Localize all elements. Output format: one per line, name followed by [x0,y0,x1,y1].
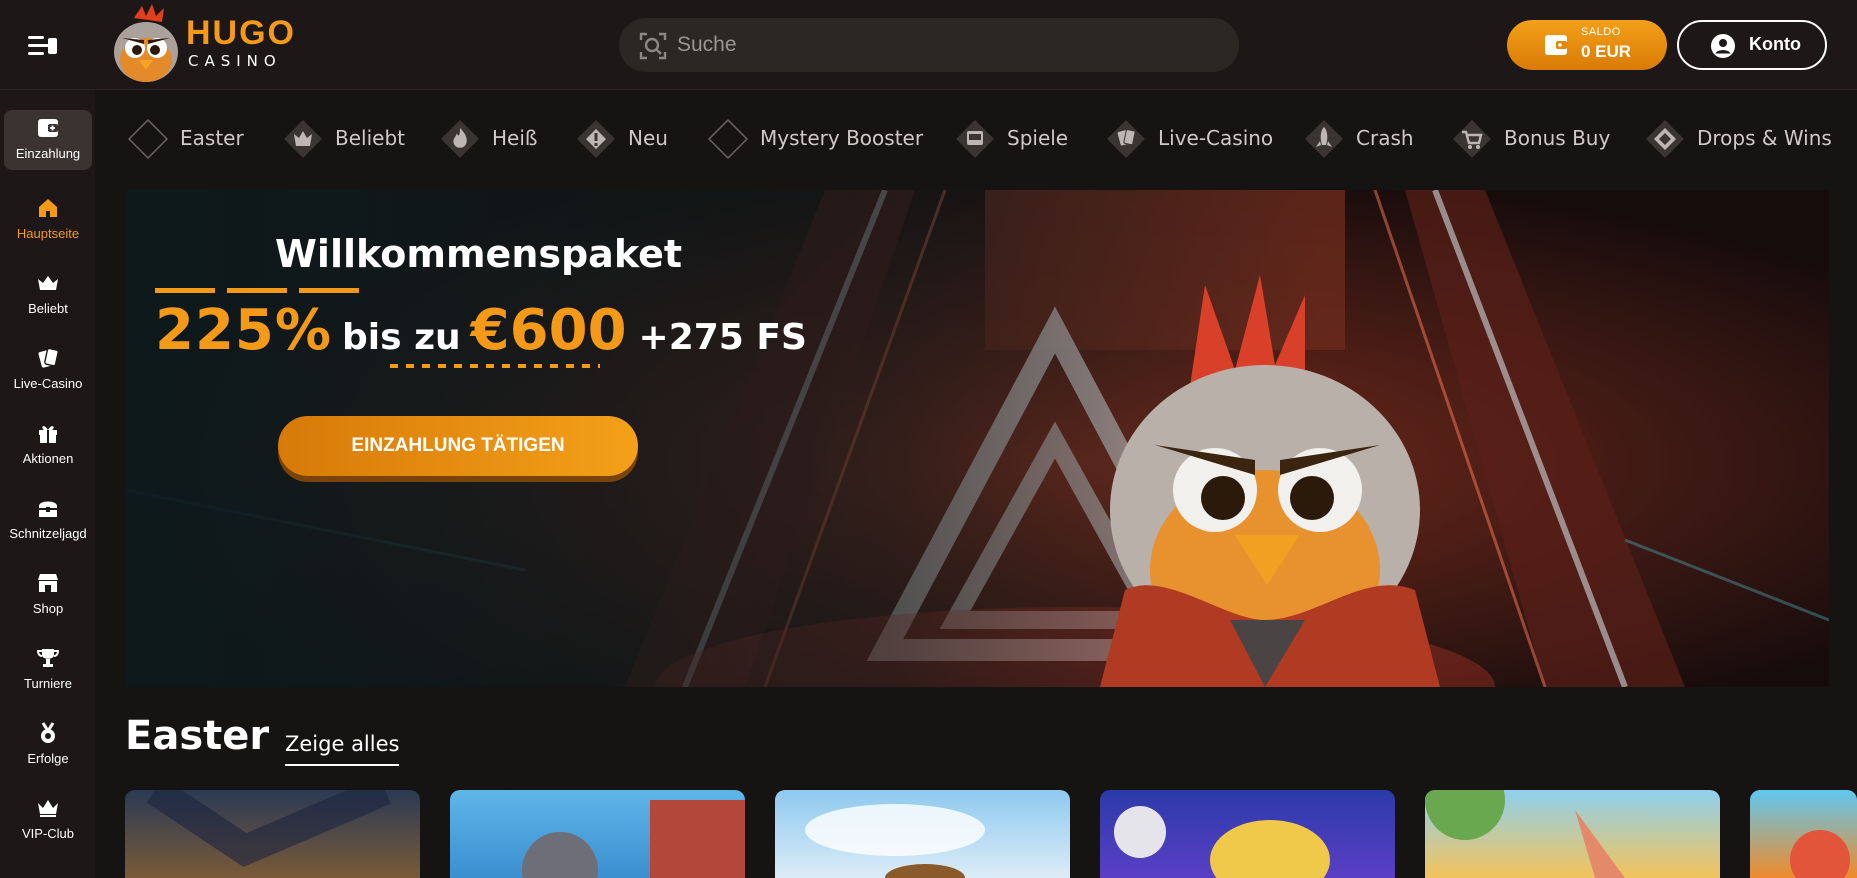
balance-label: SALDO [1581,26,1621,38]
sidebar-item-achievements[interactable]: Erfolge [4,715,92,775]
menu-toggle-icon[interactable] [28,34,62,58]
category-label: Beliebt [335,126,405,150]
logo-text-casino: CASINO [188,52,282,70]
sidebar-item-home[interactable]: Hauptseite [4,190,92,250]
category-label: Live-Casino [1158,126,1274,150]
game-tile-artwork [146,790,391,867]
sidebar-item-label: Turniere [24,676,72,691]
sidebar-item-deposit[interactable]: Einzahlung [4,110,92,170]
search-icon [639,32,667,60]
logo-text-hugo: HUGO [186,14,296,52]
balance-button[interactable]: SALDO 0 EUR [1507,20,1667,70]
sidebar-item-label: Live-Casino [13,376,83,391]
easter-section-title: Easter [125,713,270,759]
shop-icon [38,574,58,592]
balance-value: 0 EUR [1581,42,1632,61]
welcome-banner[interactable]: Willkommenspaket 225% bis zu €600 +275 FS E… [125,190,1829,687]
sidebar: Einzahlung Hauptseite Beliebt Live-Casin… [0,90,95,878]
exclamation-icon [577,120,615,158]
game-tile[interactable] [1750,790,1857,878]
home-icon [39,199,57,217]
cards-icon [1107,120,1145,158]
diamond-icon [708,119,748,159]
account-button[interactable]: Konto [1677,20,1827,70]
offer-middle-text: bis zu [342,317,461,358]
game-tile[interactable] [775,790,1070,878]
slot-machine-icon [956,120,994,158]
offer-free-spins: +275 FS [638,317,807,358]
category-label: Spiele [1007,126,1069,150]
sidebar-item-label: Schnitzeljagd [9,526,87,541]
category-label: Bonus Buy [1504,126,1611,150]
sidebar-item-label: Aktionen [22,451,74,466]
sidebar-item-label: Einzahlung [15,146,81,161]
make-deposit-button[interactable]: EINZAHLUNG TÄTIGEN [278,416,638,476]
deposit-icon [38,119,58,137]
category-label: Mystery Booster [760,126,924,150]
sidebar-item-shop[interactable]: Shop [4,565,92,625]
game-tile-artwork [1425,790,1625,878]
category-label: Crash [1356,126,1414,150]
sidebar-item-treasure-hunt[interactable]: Schnitzeljagd [4,490,92,550]
sidebar-item-label: Shop [32,601,64,616]
see-all-link[interactable]: Zeige alles [285,732,400,766]
sidebar-item-label: Beliebt [28,301,68,316]
offer-percent: 225% [155,298,333,363]
sidebar-item-label: VIP-Club [21,826,75,841]
crown-icon [38,276,58,290]
sidebar-item-vip-club[interactable]: VIP-Club [4,790,92,850]
vip-crown-icon [38,800,58,817]
game-tile[interactable] [1100,790,1395,878]
search-bar[interactable] [619,18,1239,72]
diamond-icon [128,119,168,159]
bird-mascot-logo-icon [114,4,178,82]
make-deposit-label: EINZAHLUNG TÄTIGEN [351,435,565,456]
wallet-icon [1545,35,1567,55]
treasure-chest-icon [39,501,57,517]
sidebar-item-tournaments[interactable]: Turniere [4,640,92,700]
game-tile-artwork [1790,830,1850,878]
hero-decoration-dots [390,364,600,368]
category-label: Neu [628,126,668,150]
sidebar-item-label: Hauptseite [16,226,80,241]
hero-offer: 225% bis zu €600 +275 FS [155,298,807,368]
hero-decoration-dashes [155,288,365,293]
game-tile[interactable] [450,790,745,878]
game-tile-artwork [805,804,985,878]
hero-title: Willkommenspaket [275,232,683,276]
account-label: Konto [1749,34,1801,54]
category-nav: Easter Beliebt Heiß Neu Mystery Booster … [95,90,1857,188]
sidebar-item-live-casino[interactable]: Live-Casino [4,340,92,400]
sidebar-item-popular[interactable]: Beliebt [4,265,92,325]
gift-icon [39,426,57,443]
sidebar-item-promotions[interactable]: Aktionen [4,415,92,475]
offer-amount: €600 [470,298,627,363]
trophy-icon [36,649,60,667]
hugo-casino-logo[interactable]: HUGO CASINO [104,4,304,88]
game-tile-artwork [1114,806,1330,878]
shopping-cart-icon [1453,120,1491,158]
game-tile-artwork [522,800,745,878]
rocket-icon [1305,120,1343,158]
sidebar-item-label: Erfolge [27,751,69,766]
game-tile[interactable] [1425,790,1720,878]
category-label: Heiß [492,126,538,150]
category-label: Easter [180,126,244,150]
search-input[interactable] [677,18,1217,72]
fire-icon [441,120,479,158]
medal-icon [41,722,55,743]
drops-wins-icon [1646,120,1684,158]
category-label: Drops & Wins [1697,126,1832,150]
game-tile[interactable] [125,790,420,878]
cards-icon [38,347,59,368]
crown-icon [284,120,322,158]
top-header: HUGO CASINO SALDO 0 EUR Konto [0,0,1857,90]
user-icon [1711,34,1735,58]
